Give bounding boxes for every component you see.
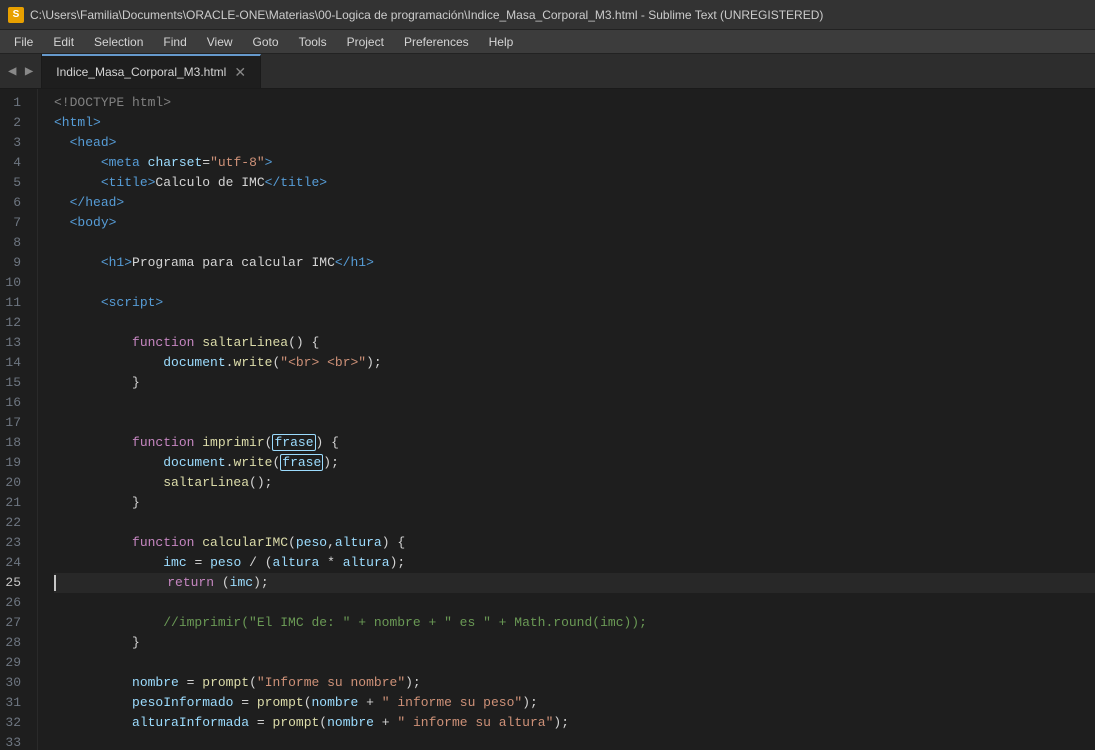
code-line-29 [54,653,1095,673]
code-line-31: pesoInformado = prompt(nombre + " inform… [54,693,1095,713]
code-line-5: <title>Calculo de IMC</title> [54,173,1095,193]
code-line-6: </head> [54,193,1095,213]
ln-22: 22 [0,513,29,533]
tab-close-icon[interactable]: ✕ [234,64,246,81]
ln-32: 32 [0,713,29,733]
menu-selection[interactable]: Selection [84,33,153,51]
ln-5: 5 [0,173,29,193]
ln-19: 19 [0,453,29,473]
code-area[interactable]: <!DOCTYPE html> <html> <head> <meta char… [38,89,1095,750]
code-line-32: alturaInformada = prompt(nombre + " info… [54,713,1095,733]
ln-27: 27 [0,613,29,633]
ln-31: 31 [0,693,29,713]
ln-11: 11 [0,293,29,313]
code-line-22 [54,513,1095,533]
ln-7: 7 [0,213,29,233]
menu-goto[interactable]: Goto [243,33,289,51]
ln-25: 25 [0,573,29,593]
code-line-21: } [54,493,1095,513]
menu-bar: File Edit Selection Find View Goto Tools… [0,30,1095,54]
line-numbers: 1 2 3 4 5 6 7 8 9 10 11 12 13 14 15 16 1… [0,89,38,750]
code-line-26 [54,593,1095,613]
code-line-14: document.write("<br> <br>"); [54,353,1095,373]
ln-15: 15 [0,373,29,393]
menu-file[interactable]: File [4,33,43,51]
code-line-8 [54,233,1095,253]
title-text: C:\Users\Familia\Documents\ORACLE-ONE\Ma… [30,8,823,22]
menu-tools[interactable]: Tools [289,33,337,51]
code-line-33 [54,733,1095,750]
code-line-23: function calcularIMC(peso,altura) { [54,533,1095,553]
ln-20: 20 [0,473,29,493]
editor-tab[interactable]: Indice_Masa_Corporal_M3.html ✕ [42,54,261,88]
ln-33: 33 [0,733,29,750]
code-line-10 [54,273,1095,293]
ln-8: 8 [0,233,29,253]
ln-30: 30 [0,673,29,693]
ln-12: 12 [0,313,29,333]
ln-21: 21 [0,493,29,513]
ln-24: 24 [0,553,29,573]
code-line-3: <head> [54,133,1095,153]
code-line-1: <!DOCTYPE html> [54,93,1095,113]
ln-17: 17 [0,413,29,433]
ln-9: 9 [0,253,29,273]
ln-14: 14 [0,353,29,373]
code-line-7: <body> [54,213,1095,233]
code-line-20: saltarLinea(); [54,473,1095,493]
ln-13: 13 [0,333,29,353]
code-line-11: <script> [54,293,1095,313]
code-line-2: <html> [54,113,1095,133]
tab-bar: ◀ ▶ Indice_Masa_Corporal_M3.html ✕ [0,54,1095,89]
tab-label: Indice_Masa_Corporal_M3.html [56,65,226,79]
ln-1: 1 [0,93,29,113]
ln-10: 10 [0,273,29,293]
code-line-27: //imprimir("El IMC de: " + nombre + " es… [54,613,1095,633]
code-line-17 [54,413,1095,433]
title-bar: S C:\Users\Familia\Documents\ORACLE-ONE\… [0,0,1095,30]
code-line-25: return (imc); [54,573,1095,593]
menu-preferences[interactable]: Preferences [394,33,479,51]
code-line-24: imc = peso / (altura * altura); [54,553,1095,573]
menu-project[interactable]: Project [337,33,394,51]
menu-view[interactable]: View [197,33,243,51]
ln-4: 4 [0,153,29,173]
code-line-16 [54,393,1095,413]
ln-23: 23 [0,533,29,553]
code-line-13: function saltarLinea() { [54,333,1095,353]
code-line-15: } [54,373,1095,393]
ln-28: 28 [0,633,29,653]
menu-find[interactable]: Find [153,33,196,51]
ln-16: 16 [0,393,29,413]
menu-edit[interactable]: Edit [43,33,84,51]
code-line-4: <meta charset="utf-8"> [54,153,1095,173]
app-icon: S [8,7,24,23]
code-line-9: <h1>Programa para calcular IMC</h1> [54,253,1095,273]
ln-18: 18 [0,433,29,453]
ln-3: 3 [0,133,29,153]
ln-6: 6 [0,193,29,213]
code-line-19: document.write(frase); [54,453,1095,473]
menu-help[interactable]: Help [479,33,524,51]
ln-26: 26 [0,593,29,613]
ln-29: 29 [0,653,29,673]
editor: 1 2 3 4 5 6 7 8 9 10 11 12 13 14 15 16 1… [0,89,1095,750]
nav-arrows[interactable]: ◀ ▶ [0,54,42,88]
ln-2: 2 [0,113,29,133]
code-line-30: nombre = prompt("Informe su nombre"); [54,673,1095,693]
code-line-12 [54,313,1095,333]
code-line-28: } [54,633,1095,653]
code-line-18: function imprimir(frase) { [54,433,1095,453]
